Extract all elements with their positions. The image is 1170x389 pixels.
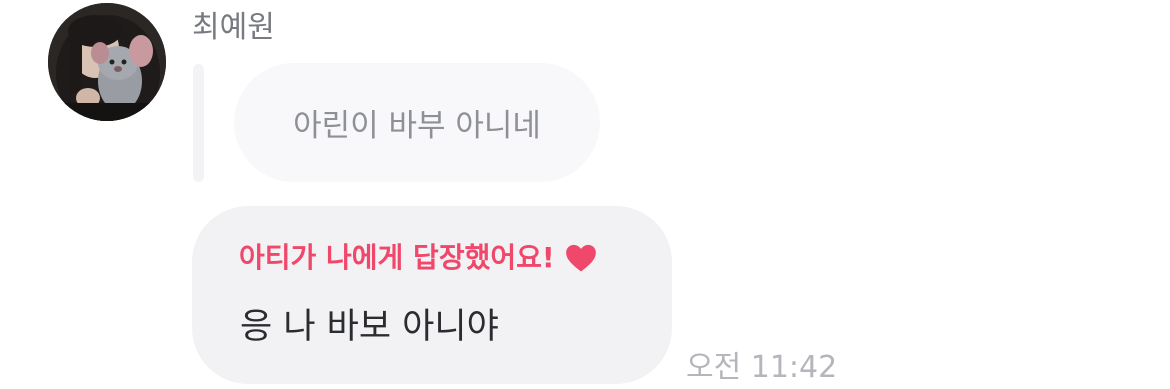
quoted-message-bubble[interactable]: 아린이 바부 아니네 [234, 63, 600, 182]
message-timestamp: 오전 11:42 [686, 350, 838, 385]
reply-message-bubble[interactable]: 아티가 나에게 답장했어요! 응 나 바보 아니야 [192, 206, 672, 384]
heart-icon [564, 241, 598, 275]
sender-avatar[interactable] [48, 3, 166, 121]
avatar-photo [48, 3, 166, 121]
quote-indicator-bar [193, 64, 204, 182]
reply-header: 아티가 나에게 답장했어요! [239, 238, 598, 278]
sender-name: 최예원 [192, 10, 275, 45]
quoted-message-text: 아린이 바부 아니네 [293, 108, 541, 144]
reply-message-text: 응 나 바보 아니야 [240, 307, 499, 347]
reply-header-text: 아티가 나에게 답장했어요! [239, 241, 555, 274]
